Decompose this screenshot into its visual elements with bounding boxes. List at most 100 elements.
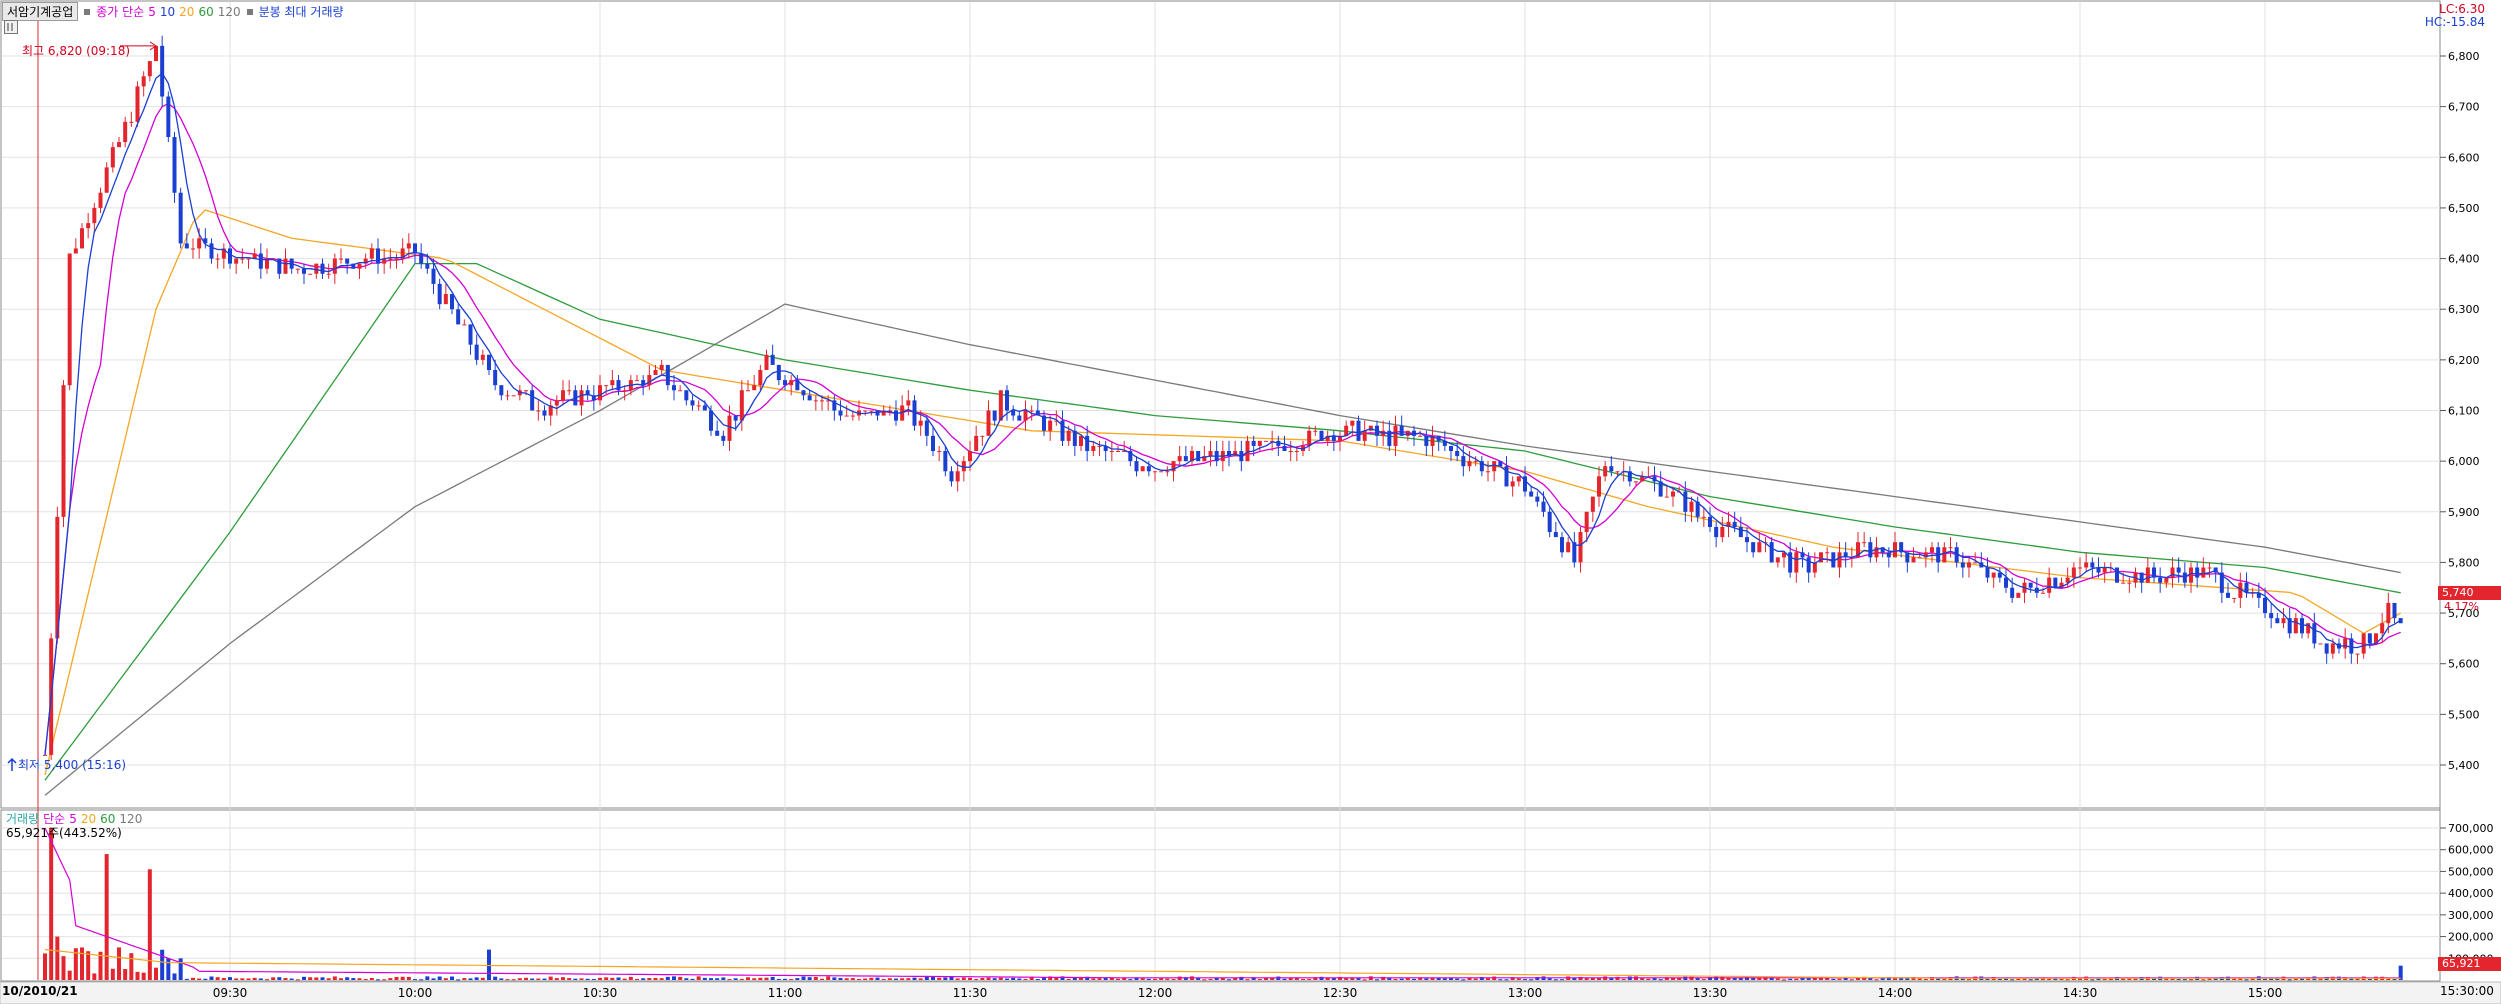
candle-body xyxy=(258,253,263,269)
candle-body xyxy=(702,405,707,411)
candle-body xyxy=(1775,557,1780,563)
stock-name[interactable]: 서암기계공업 xyxy=(2,2,79,21)
volume-bar xyxy=(567,978,572,980)
candles xyxy=(43,35,2403,760)
volume-bar xyxy=(252,977,257,980)
volume-bar xyxy=(770,976,775,980)
volume-bar xyxy=(110,968,115,980)
volume-bar xyxy=(326,978,331,980)
volume-bar xyxy=(2176,979,2181,981)
stock-chart[interactable]: 6,800 6,700 6,600 6,500 6,400 6,300 6,200 6,100… xyxy=(0,0,2501,1004)
candle-body xyxy=(480,354,485,360)
candle-body xyxy=(684,390,689,401)
time-tick-label: 09:30 xyxy=(213,986,248,1000)
volume-bar xyxy=(776,978,781,980)
candle-body xyxy=(1146,466,1151,472)
candle-body xyxy=(2312,623,2317,644)
volume-bar xyxy=(413,979,417,981)
hc-label: HC:-15.84 xyxy=(2424,15,2485,29)
candle-body xyxy=(1208,451,1213,457)
ma20-line xyxy=(44,209,2402,776)
legend-square-icon xyxy=(84,8,91,15)
candle-body xyxy=(2121,582,2126,584)
candle-body xyxy=(2004,577,2008,588)
candle-body xyxy=(2263,597,2267,614)
volume-bar xyxy=(875,977,880,980)
volume-bar xyxy=(80,947,84,980)
high-annotation: 최고 6,820 (09:18) xyxy=(22,44,131,58)
volume-bar xyxy=(1011,977,1016,980)
candle-body xyxy=(980,435,985,437)
candle-body xyxy=(1048,420,1053,431)
time-tick-label: 11:00 xyxy=(768,986,803,1000)
candle-body xyxy=(1566,542,1571,553)
ma60-path xyxy=(44,262,2401,781)
volume-bar xyxy=(715,978,720,980)
price-tick-label: 6,400 xyxy=(2448,253,2480,266)
volume-bar xyxy=(1017,978,1022,980)
volume-bar xyxy=(1393,978,1398,980)
candle-body xyxy=(1769,542,1774,563)
price-tick-label: 5,400 xyxy=(2448,759,2480,772)
candle-body xyxy=(727,415,732,441)
volume-bar xyxy=(258,978,263,980)
volume-bar xyxy=(1701,978,1706,980)
volume-bar xyxy=(357,978,362,980)
candle-body xyxy=(1868,542,1873,558)
candle-body xyxy=(320,263,325,274)
candle-body xyxy=(1751,542,1756,553)
candle-body xyxy=(1886,552,1891,558)
candle-body xyxy=(1794,552,1799,573)
candle-body xyxy=(228,248,232,264)
date-label-1: 10/20 xyxy=(2,984,40,998)
volume-bar xyxy=(733,978,738,980)
candle-body xyxy=(2090,562,2095,568)
candle-body xyxy=(2318,643,2323,645)
volume-bar xyxy=(937,977,942,980)
candle-body xyxy=(2028,582,2033,588)
ma120-line xyxy=(44,303,2401,796)
candle-body xyxy=(308,273,313,275)
volume-bar xyxy=(850,978,855,980)
volume-bar xyxy=(1584,978,1589,980)
volume-bar xyxy=(554,978,559,980)
volume-bar xyxy=(505,979,510,981)
volume-bar xyxy=(598,977,602,980)
volume-bar xyxy=(314,977,319,980)
candle-body xyxy=(1116,451,1120,453)
candle-body xyxy=(659,364,664,370)
volume-bar xyxy=(1005,978,1009,980)
candle-body xyxy=(937,451,942,453)
candle-body xyxy=(770,354,775,365)
volume-bar xyxy=(968,977,972,980)
chart-settings-icon[interactable] xyxy=(4,20,18,34)
volume-bar xyxy=(820,978,824,980)
volume-bar xyxy=(641,978,646,980)
volume-tick-label: 600,000 xyxy=(2448,844,2494,857)
candle-body xyxy=(2201,567,2206,578)
last-price-box: 5,740 xyxy=(2438,586,2501,600)
candle-body xyxy=(1251,440,1256,446)
candle-body xyxy=(1967,562,1971,568)
price-tick-label: 6,800 xyxy=(2448,50,2480,63)
volume-bar xyxy=(419,979,424,981)
candle-body xyxy=(813,400,818,402)
volume-bar xyxy=(61,956,66,980)
last-percent: 4.17% xyxy=(2444,600,2479,613)
volume-bar xyxy=(302,976,306,980)
candle-body xyxy=(73,248,78,254)
candle-body xyxy=(1516,476,1521,482)
volume-ma20-path xyxy=(44,949,2401,979)
volume-bar xyxy=(863,978,868,980)
candle-body xyxy=(1473,461,1478,463)
candle-body xyxy=(2380,623,2385,634)
candle-body xyxy=(924,420,929,436)
volume-bar xyxy=(659,978,664,980)
price-tick-label: 5,500 xyxy=(2448,708,2480,721)
time-tick-label: 14:00 xyxy=(1878,986,1913,1000)
candle-body xyxy=(2016,592,2021,598)
volume-bar xyxy=(1504,979,1509,981)
candle-body xyxy=(468,324,473,345)
candle-body xyxy=(1689,501,1694,512)
volume-bar xyxy=(869,977,874,980)
